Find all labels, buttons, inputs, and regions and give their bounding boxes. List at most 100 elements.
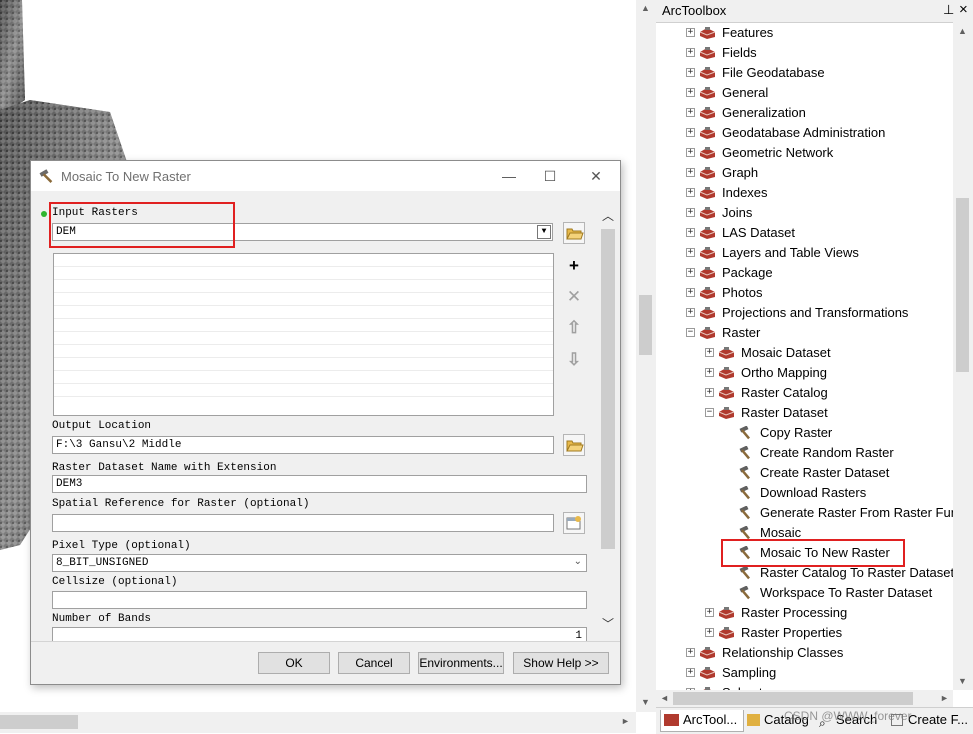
expand-icon[interactable]: + [686, 188, 695, 197]
show-help-button[interactable]: Show Help >> [513, 652, 609, 674]
map-horizontal-scrollbar[interactable]: ► [0, 712, 636, 733]
expand-icon[interactable]: + [686, 68, 695, 77]
toolset-fields[interactable]: + Fields [656, 43, 953, 63]
open-folder-icon[interactable] [563, 222, 585, 244]
expand-icon[interactable]: + [705, 388, 714, 397]
scroll-thumb[interactable] [639, 295, 652, 355]
toolset-raster-catalog[interactable]: + Raster Catalog [656, 383, 953, 403]
expand-icon[interactable]: + [705, 628, 714, 637]
maximize-button[interactable]: ☐ [538, 165, 562, 187]
add-icon[interactable]: + [563, 255, 585, 277]
scroll-right-icon[interactable]: ► [936, 693, 953, 703]
expand-icon[interactable]: + [686, 168, 695, 177]
expand-icon[interactable]: + [686, 288, 695, 297]
expand-icon[interactable]: + [686, 148, 695, 157]
tool-workspace-to-raster-dataset[interactable]: Workspace To Raster Dataset [656, 583, 953, 603]
open-folder-icon[interactable] [563, 434, 585, 456]
toolset-mosaic-dataset[interactable]: + Mosaic Dataset [656, 343, 953, 363]
expand-icon[interactable]: + [686, 28, 695, 37]
toolbox-tree[interactable]: + Features + Fields + File Geodatabase + Genera… [656, 22, 953, 690]
toolset-joins[interactable]: + Joins [656, 203, 953, 223]
toolbox-horizontal-scrollbar[interactable]: ◄ ► [656, 690, 953, 707]
tab-arctoolbox[interactable]: ArcTool... [660, 710, 744, 732]
scroll-down-icon[interactable]: ﹀ [599, 615, 617, 632]
scroll-thumb[interactable] [0, 715, 78, 729]
move-up-icon[interactable]: ⇧ [563, 317, 585, 339]
tool-generate-raster-from-raster-function[interactable]: Generate Raster From Raster Function [656, 503, 953, 523]
output-location-field[interactable]: F:\3 Gansu\2 Middle [52, 436, 554, 454]
expand-icon[interactable]: + [705, 608, 714, 617]
spatial-reference-field[interactable] [52, 514, 554, 532]
toolset-raster-properties[interactable]: + Raster Properties [656, 623, 953, 643]
remove-icon[interactable]: ✕ [563, 286, 585, 308]
expand-icon[interactable]: + [686, 88, 695, 97]
scroll-thumb[interactable] [601, 229, 615, 549]
toolset-generalization[interactable]: + Generalization [656, 103, 953, 123]
map-vertical-scrollbar[interactable]: ▲ ▼ [636, 0, 656, 712]
toolset-general[interactable]: + General [656, 83, 953, 103]
collapse-icon[interactable]: − [705, 408, 714, 417]
expand-icon[interactable]: + [686, 248, 695, 257]
expand-icon[interactable]: + [686, 108, 695, 117]
scroll-left-icon[interactable]: ◄ [656, 693, 673, 703]
toolset-layers-and-table-views[interactable]: + Layers and Table Views [656, 243, 953, 263]
tool-create-random-raster[interactable]: Create Random Raster [656, 443, 953, 463]
toolset-graph[interactable]: + Graph [656, 163, 953, 183]
close-button[interactable]: ✕ [584, 165, 608, 187]
number-of-bands-field[interactable]: 1 [52, 627, 587, 641]
toolset-file-geodatabase[interactable]: + File Geodatabase [656, 63, 953, 83]
collapse-icon[interactable]: − [686, 328, 695, 337]
cellsize-field[interactable] [52, 591, 587, 609]
expand-icon[interactable]: + [705, 348, 714, 357]
dialog-titlebar[interactable]: Mosaic To New Raster — ☐ ✕ [31, 161, 620, 191]
input-rasters-list[interactable] [53, 253, 554, 416]
toolset-ortho-mapping[interactable]: + Ortho Mapping [656, 363, 953, 383]
expand-icon[interactable]: + [686, 208, 695, 217]
environments-button[interactable]: Environments... [418, 652, 504, 674]
toolbox-vertical-scrollbar[interactable]: ▲ ▼ [953, 22, 973, 690]
toolset-raster-dataset[interactable]: − Raster Dataset [656, 403, 953, 423]
pixel-type-dropdown[interactable]: 8_BIT_UNSIGNED ⌄ [52, 554, 587, 572]
toolset-relationship-classes[interactable]: + Relationship Classes [656, 643, 953, 663]
scroll-up-icon[interactable]: ▲ [954, 26, 971, 36]
minimize-button[interactable]: — [497, 165, 521, 187]
scroll-down-icon[interactable]: ▼ [637, 697, 654, 707]
scroll-up-icon[interactable]: ▲ [637, 3, 654, 13]
toolset-sampling[interactable]: + Sampling [656, 663, 953, 683]
chevron-down-icon[interactable]: ⌄ [574, 555, 582, 571]
tool-download-rasters[interactable]: Download Rasters [656, 483, 953, 503]
toolset-raster[interactable]: − Raster [656, 323, 953, 343]
toolset-indexes[interactable]: + Indexes [656, 183, 953, 203]
expand-icon[interactable]: + [686, 668, 695, 677]
dialog-vertical-scrollbar[interactable]: ︿ ﹀ [599, 207, 617, 641]
cancel-button[interactable]: Cancel [338, 652, 410, 674]
scroll-thumb[interactable] [673, 692, 913, 705]
expand-icon[interactable]: + [705, 368, 714, 377]
toolset-las-dataset[interactable]: + LAS Dataset [656, 223, 953, 243]
spatial-reference-properties-icon[interactable] [563, 512, 585, 534]
expand-icon[interactable]: + [686, 648, 695, 657]
toolset-geometric-network[interactable]: + Geometric Network [656, 143, 953, 163]
expand-icon[interactable]: + [686, 48, 695, 57]
pin-icon[interactable]: ⊥ [943, 2, 954, 18]
close-icon[interactable]: × [959, 1, 968, 18]
expand-icon[interactable]: + [686, 308, 695, 317]
toolset-photos[interactable]: + Photos [656, 283, 953, 303]
ok-button[interactable]: OK [258, 652, 330, 674]
toolset-geodatabase-administration[interactable]: + Geodatabase Administration [656, 123, 953, 143]
expand-icon[interactable]: + [686, 228, 695, 237]
expand-icon[interactable]: + [686, 128, 695, 137]
tool-create-raster-dataset[interactable]: Create Raster Dataset [656, 463, 953, 483]
expand-icon[interactable]: + [686, 268, 695, 277]
move-down-icon[interactable]: ⇩ [563, 349, 585, 371]
scroll-thumb[interactable] [956, 198, 969, 372]
scroll-right-icon[interactable]: ► [617, 716, 634, 726]
scroll-down-icon[interactable]: ▼ [954, 676, 971, 686]
toolset-features[interactable]: + Features [656, 23, 953, 43]
chevron-down-icon[interactable]: ▼ [537, 225, 551, 239]
toolset-projections-and-transformations[interactable]: + Projections and Transformations [656, 303, 953, 323]
scroll-up-icon[interactable]: ︿ [599, 207, 617, 224]
toolset-package[interactable]: + Package [656, 263, 953, 283]
toolset-subset[interactable]: +Subset [656, 683, 953, 690]
toolset-raster-processing[interactable]: + Raster Processing [656, 603, 953, 623]
